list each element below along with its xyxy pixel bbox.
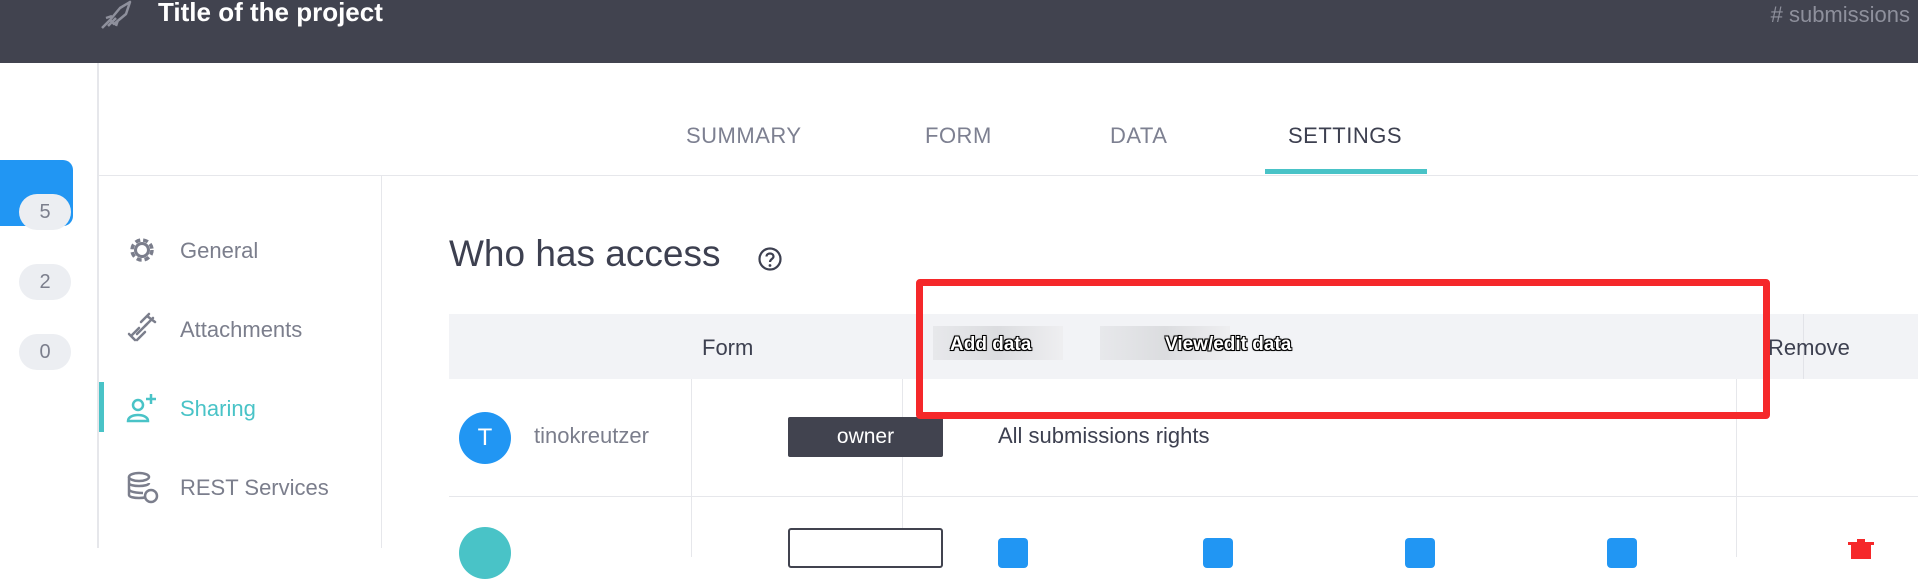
sidebar-item-rest-services[interactable]: REST Services <box>99 458 382 514</box>
tab-summary[interactable]: SUMMARY <box>686 123 802 149</box>
link-icon <box>127 312 157 342</box>
permission-select[interactable] <box>788 528 943 568</box>
active-tab-indicator <box>1265 169 1427 174</box>
table-row <box>449 497 1918 579</box>
left-rail: 5 2 0 <box>0 63 99 548</box>
rocket-icon <box>101 0 132 29</box>
permission-checkbox[interactable] <box>998 538 1028 568</box>
tab-settings[interactable]: SETTINGS <box>1288 123 1402 149</box>
top-bar: Title of the project # submissions <box>0 0 1918 63</box>
tab-data[interactable]: DATA <box>1110 123 1167 149</box>
column-header-form: Form <box>702 335 754 360</box>
permission-checkbox[interactable] <box>1607 538 1637 568</box>
sidebar-item-attachments[interactable]: Attachments <box>99 300 382 356</box>
submissions-count-label: # submissions <box>1770 2 1910 27</box>
sidebar-item-label: Sharing <box>180 396 256 421</box>
permissions-summary: All submissions rights <box>998 423 1210 448</box>
tab-form[interactable]: FORM <box>925 123 992 149</box>
avatar: T <box>459 412 511 464</box>
database-sync-icon <box>127 471 159 504</box>
project-tabs: SUMMARY FORM DATA SETTINGS <box>99 63 1918 176</box>
sidebar-item-label: REST Services <box>180 475 329 500</box>
sidebar-item-general[interactable]: General <box>99 221 382 277</box>
sidebar-item-label: Attachments <box>180 317 303 342</box>
username: tinokreutzer <box>534 423 649 448</box>
user-add-icon <box>126 394 156 423</box>
settings-sidebar: General Attachments Sharing REST Service… <box>99 176 382 548</box>
avatar <box>459 527 511 579</box>
project-title: Title of the project <box>158 0 383 27</box>
project-count-badge[interactable]: 2 <box>19 264 71 300</box>
permission-checkbox[interactable] <box>1203 538 1233 568</box>
page-title: Who has access <box>449 233 721 274</box>
sidebar-item-label: General <box>180 238 259 263</box>
project-count-badge[interactable]: 0 <box>19 334 71 370</box>
highlight-box <box>916 279 1770 419</box>
sidebar-item-sharing[interactable]: Sharing <box>99 379 382 435</box>
column-header-remove: Remove <box>1768 335 1850 360</box>
gear-icon <box>130 238 154 262</box>
permission-checkbox[interactable] <box>1405 538 1435 568</box>
help-icon[interactable] <box>757 246 783 272</box>
owner-badge: owner <box>788 417 943 457</box>
project-count-badge[interactable]: 5 <box>19 194 71 230</box>
active-item-indicator <box>99 382 104 432</box>
trash-icon[interactable] <box>1846 539 1876 559</box>
